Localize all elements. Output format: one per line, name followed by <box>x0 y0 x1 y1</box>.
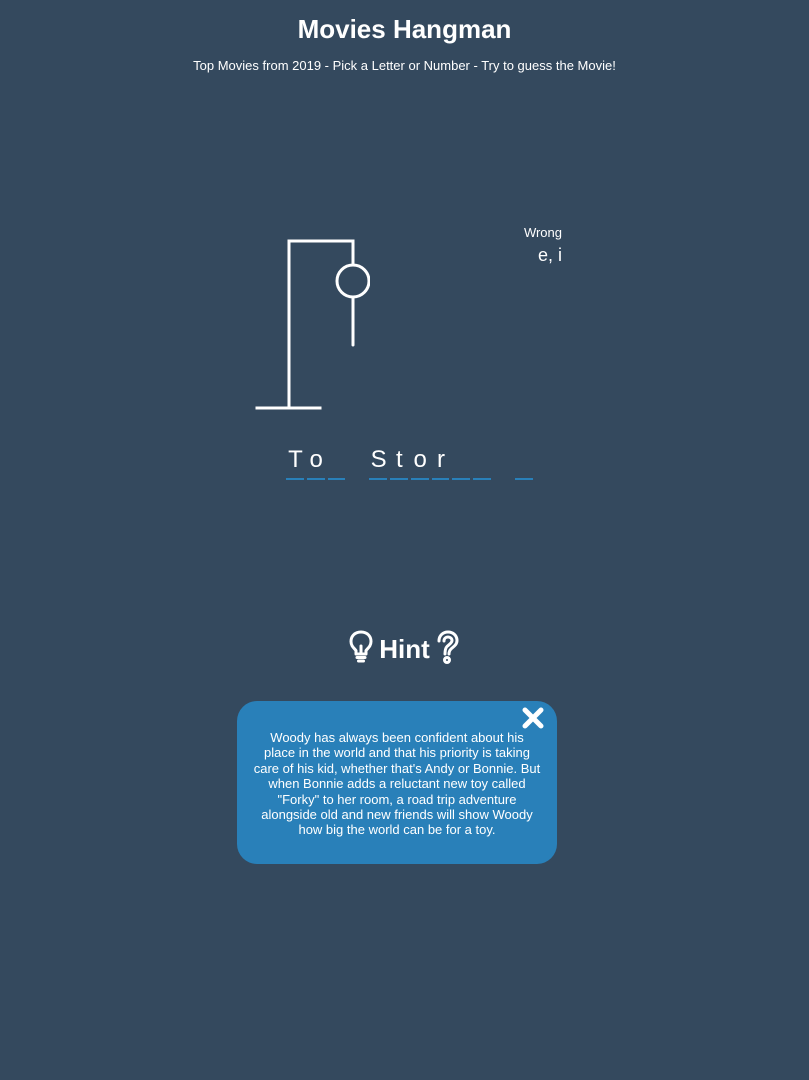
question-icon <box>436 630 460 669</box>
letter-slot <box>327 446 348 480</box>
wrong-label: Wrong <box>523 225 562 240</box>
hint-header: Hint <box>0 630 809 669</box>
hangman-head <box>335 263 370 299</box>
letter-slot: S <box>368 446 389 480</box>
letter-slot: r <box>431 446 452 480</box>
hint-label: Hint <box>379 634 430 664</box>
page-subtitle: Top Movies from 2019 - Pick a Letter or … <box>193 58 616 73</box>
letter-slot: t <box>389 446 410 480</box>
wrong-guesses: Wrong e, i <box>502 225 562 267</box>
letter-slot: o <box>306 446 327 480</box>
hangman-figure <box>255 239 370 410</box>
wrong-letters: e, i <box>537 245 562 265</box>
letter-slot: o <box>410 446 431 480</box>
page-title: Movies Hangman <box>297 14 512 44</box>
hint-popup: Woody has always been confident about hi… <box>237 701 557 864</box>
lightbulb-icon <box>349 630 373 669</box>
hint-text: Woody has always been confident about hi… <box>253 730 541 838</box>
word-gap <box>493 446 514 480</box>
letter-slot <box>451 446 472 480</box>
word-gap <box>347 446 368 480</box>
letter-slot <box>472 446 493 480</box>
letter-slot: T <box>285 446 306 480</box>
letter-slot <box>514 446 535 480</box>
close-button[interactable] <box>521 706 545 730</box>
puzzle-word: T o S t o r <box>285 446 535 480</box>
close-icon[interactable] <box>521 706 545 730</box>
